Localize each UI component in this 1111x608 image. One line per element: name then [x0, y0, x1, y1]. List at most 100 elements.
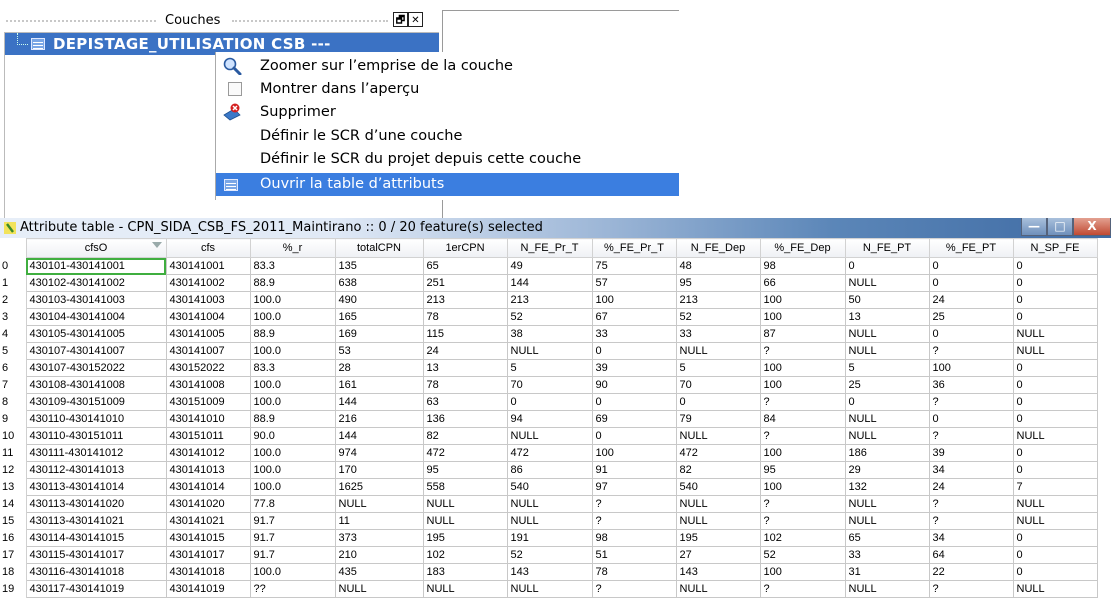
- table-cell[interactable]: 373: [334, 529, 424, 547]
- row-number[interactable]: 15: [0, 512, 27, 530]
- row-number[interactable]: 4: [0, 325, 27, 343]
- table-cell[interactable]: 213: [506, 291, 593, 309]
- table-cell[interactable]: 13: [422, 359, 508, 377]
- table-row[interactable]: 3 430104-430141004 430141004 100.0 165 78 52 67…: [0, 308, 1098, 326]
- table-cell[interactable]: 97: [591, 478, 677, 496]
- table-cell[interactable]: 0: [591, 427, 677, 445]
- row-number[interactable]: 5: [0, 342, 27, 360]
- table-cell[interactable]: 430113-430141021: [25, 512, 167, 530]
- row-number[interactable]: 13: [0, 478, 27, 496]
- table-cell[interactable]: 430141008: [165, 376, 251, 394]
- column-header[interactable]: N_FE_PT: [844, 238, 930, 258]
- table-cell[interactable]: 91: [591, 461, 677, 479]
- table-cell[interactable]: 65: [422, 257, 508, 275]
- menu-item-show-in-overview[interactable]: Montrer dans l’aperçu: [216, 78, 679, 101]
- column-header[interactable]: %_FE_PT: [928, 238, 1014, 258]
- menu-item-remove[interactable]: Supprimer: [216, 101, 679, 124]
- table-cell[interactable]: NULL: [506, 580, 593, 598]
- table-cell[interactable]: NULL: [844, 274, 930, 292]
- table-row[interactable]: 18 430116-430141018 430141018 100.0 435 183 14…: [0, 563, 1098, 581]
- table-cell[interactable]: 0: [1012, 529, 1098, 547]
- table-cell[interactable]: ?: [591, 495, 677, 513]
- column-header[interactable]: %_r: [249, 238, 336, 258]
- table-cell[interactable]: NULL: [844, 512, 930, 530]
- table-cell[interactable]: 0: [1012, 376, 1098, 394]
- table-cell[interactable]: 57: [591, 274, 677, 292]
- close-button[interactable]: X: [1073, 218, 1111, 236]
- row-number[interactable]: 14: [0, 495, 27, 513]
- table-cell[interactable]: 115: [422, 325, 508, 343]
- table-cell[interactable]: 0: [1012, 274, 1098, 292]
- table-cell[interactable]: 430117-430141019: [25, 580, 167, 598]
- table-cell[interactable]: 65: [844, 529, 930, 547]
- table-cell[interactable]: 0: [1012, 393, 1098, 411]
- row-number[interactable]: 8: [0, 393, 27, 411]
- table-cell[interactable]: 430113-430141020: [25, 495, 167, 513]
- table-cell[interactable]: 430141010: [165, 410, 251, 428]
- table-cell[interactable]: 638: [334, 274, 424, 292]
- table-cell[interactable]: 100.0: [249, 563, 336, 581]
- table-cell[interactable]: 91.7: [249, 529, 336, 547]
- table-cell[interactable]: ?: [759, 393, 846, 411]
- table-cell[interactable]: 100: [591, 444, 677, 462]
- table-cell[interactable]: 0: [928, 325, 1014, 343]
- table-cell[interactable]: 78: [591, 563, 677, 581]
- row-number[interactable]: 19: [0, 580, 27, 598]
- table-cell[interactable]: NULL: [675, 495, 761, 513]
- table-cell[interactable]: NULL: [334, 580, 424, 598]
- row-number[interactable]: 11: [0, 444, 27, 462]
- table-cell[interactable]: 39: [591, 359, 677, 377]
- table-row[interactable]: 0 430101-430141001 430141001 83.3 135 65 49 75 4…: [0, 257, 1098, 275]
- table-cell[interactable]: 213: [675, 291, 761, 309]
- table-cell[interactable]: 100: [759, 376, 846, 394]
- table-cell[interactable]: 430113-430141014: [25, 478, 167, 496]
- menu-item-set-layer-crs[interactable]: Définir le SCR d’une couche: [216, 125, 679, 148]
- table-cell[interactable]: 430141018: [165, 563, 251, 581]
- table-cell[interactable]: 70: [675, 376, 761, 394]
- table-cell[interactable]: 102: [422, 546, 508, 564]
- table-cell[interactable]: NULL: [1012, 342, 1098, 360]
- table-cell[interactable]: NULL: [844, 410, 930, 428]
- table-cell[interactable]: 430116-430141018: [25, 563, 167, 581]
- table-cell[interactable]: ?: [591, 512, 677, 530]
- table-cell[interactable]: NULL: [844, 427, 930, 445]
- table-row[interactable]: 12 430112-430141013 430141013 100.0 170 95 86 9…: [0, 461, 1098, 479]
- table-cell[interactable]: ?: [759, 580, 846, 598]
- table-cell[interactable]: ?: [591, 580, 677, 598]
- row-number[interactable]: 18: [0, 563, 27, 581]
- table-cell[interactable]: 36: [928, 376, 1014, 394]
- table-cell[interactable]: 1625: [334, 478, 424, 496]
- table-cell[interactable]: ?: [928, 342, 1014, 360]
- table-cell[interactable]: NULL: [1012, 325, 1098, 343]
- table-cell[interactable]: 100: [759, 478, 846, 496]
- table-cell[interactable]: 430152022: [165, 359, 251, 377]
- table-cell[interactable]: 540: [675, 478, 761, 496]
- table-cell[interactable]: 0: [928, 274, 1014, 292]
- table-cell[interactable]: 24: [928, 291, 1014, 309]
- row-number[interactable]: 16: [0, 529, 27, 547]
- table-cell[interactable]: 39: [928, 444, 1014, 462]
- table-cell[interactable]: 84: [759, 410, 846, 428]
- table-cell[interactable]: 25: [844, 376, 930, 394]
- table-cell[interactable]: 472: [422, 444, 508, 462]
- table-cell[interactable]: 31: [844, 563, 930, 581]
- table-cell[interactable]: 135: [334, 257, 424, 275]
- column-header[interactable]: cfsO: [25, 238, 167, 258]
- table-cell[interactable]: 83.3: [249, 359, 336, 377]
- attribute-grid-container[interactable]: cfsO cfs %_r totalCPN 1erCPN N_FE_Pr_T %_FE_Pr…: [0, 238, 1111, 608]
- table-cell[interactable]: ?: [928, 580, 1014, 598]
- table-cell[interactable]: NULL: [1012, 580, 1098, 598]
- table-cell[interactable]: 7: [1012, 478, 1098, 496]
- table-cell[interactable]: 472: [506, 444, 593, 462]
- table-cell[interactable]: 64: [928, 546, 1014, 564]
- table-cell[interactable]: 100.0: [249, 291, 336, 309]
- table-cell[interactable]: NULL: [422, 512, 508, 530]
- table-cell[interactable]: 195: [422, 529, 508, 547]
- table-cell[interactable]: NULL: [1012, 427, 1098, 445]
- table-cell[interactable]: 5: [844, 359, 930, 377]
- table-cell[interactable]: NULL: [422, 580, 508, 598]
- table-cell[interactable]: 144: [506, 274, 593, 292]
- table-cell[interactable]: 430141015: [165, 529, 251, 547]
- table-cell[interactable]: 430141001: [165, 257, 251, 275]
- table-cell[interactable]: 82: [422, 427, 508, 445]
